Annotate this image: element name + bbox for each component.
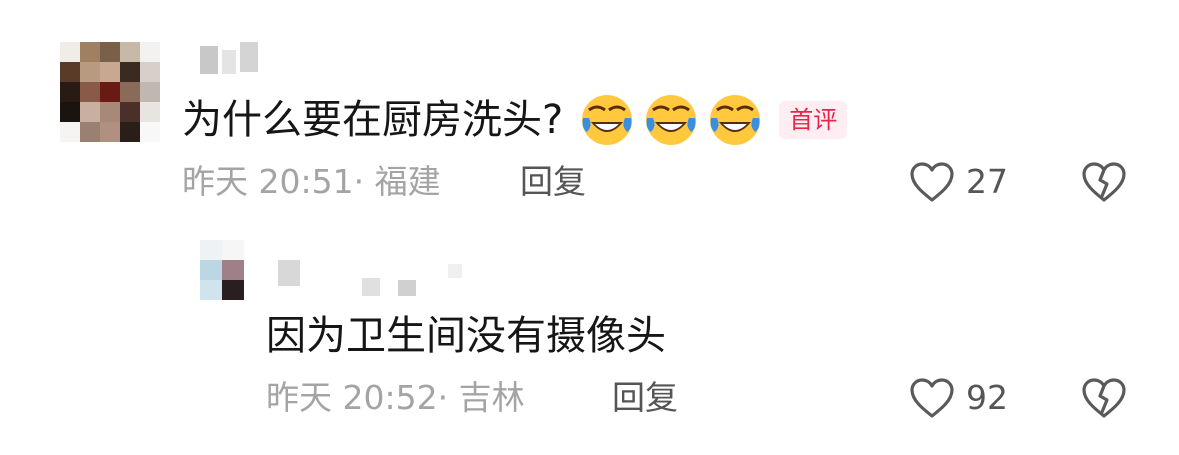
avatar[interactable] [60, 42, 160, 142]
heart-outline-icon [908, 160, 956, 204]
like-button[interactable]: 27 [908, 160, 1008, 204]
like-count: 27 [966, 162, 1008, 201]
laugh-cry-emoji [643, 92, 699, 148]
comment-meta: 昨天 20:51· 福建 [182, 162, 441, 201]
username-blurred[interactable] [200, 40, 270, 76]
reply-button[interactable]: 回复 [612, 378, 678, 418]
reply-button[interactable]: 回复 [520, 162, 586, 202]
broken-heart-icon [1080, 160, 1128, 204]
laugh-cry-emoji [579, 92, 635, 148]
dislike-button[interactable] [1080, 160, 1128, 208]
first-comment-badge: 首评 [779, 101, 848, 139]
reply-text: 因为卫生间没有摄像头 [266, 313, 666, 359]
like-button[interactable]: 92 [908, 376, 1008, 420]
dislike-button[interactable] [1080, 376, 1128, 424]
avatar[interactable] [200, 240, 244, 300]
comment-text: 为什么要在厨房洗头? [182, 97, 564, 143]
laugh-cry-emoji [707, 92, 763, 148]
username-blurred[interactable] [278, 258, 478, 302]
broken-heart-icon [1080, 376, 1128, 420]
like-count: 92 [966, 378, 1008, 417]
reply-meta: 昨天 20:52· 吉林 [266, 378, 525, 417]
heart-outline-icon [908, 376, 956, 420]
